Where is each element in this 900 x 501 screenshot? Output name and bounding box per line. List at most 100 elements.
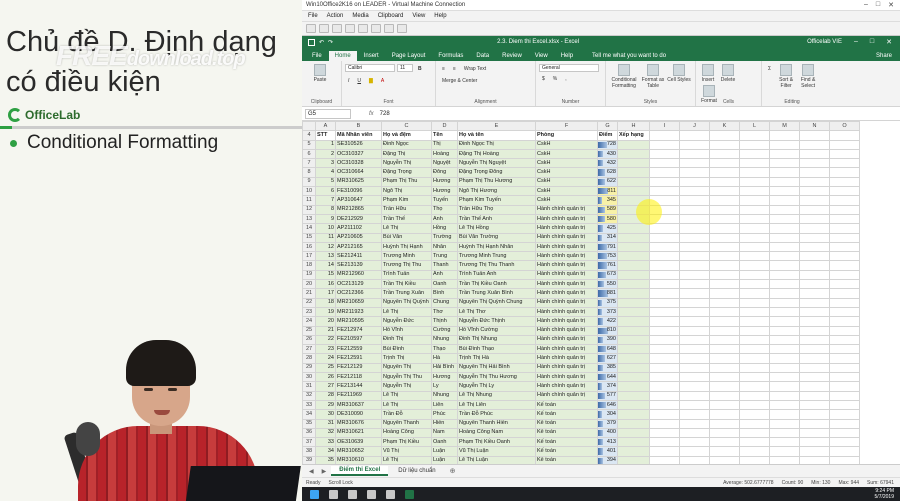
data-cell[interactable]: Hành chính quản trị (535, 306, 598, 318)
rank-cell[interactable] (617, 176, 650, 188)
data-cell[interactable]: Huỳnh Thị Hạnh (381, 241, 432, 253)
data-cell[interactable]: Đặng Trọng Đông (457, 167, 536, 178)
data-cell[interactable]: Bùi Văn (381, 232, 432, 243)
empty-cell[interactable] (679, 186, 710, 197)
rank-cell[interactable] (617, 437, 650, 448)
data-cell[interactable]: Hương (431, 371, 458, 383)
score-cell[interactable]: 589 (597, 204, 618, 215)
rank-cell[interactable] (617, 418, 650, 429)
empty-cell[interactable] (709, 409, 740, 420)
score-cell[interactable]: 413 (597, 437, 618, 448)
empty-cell[interactable] (739, 130, 770, 141)
empty-cell[interactable] (829, 269, 860, 281)
empty-cell[interactable] (739, 399, 770, 411)
data-cell[interactable]: MR310652 (335, 446, 382, 457)
data-cell[interactable]: Hành chính quản trị (535, 260, 598, 271)
empty-cell[interactable] (709, 325, 740, 336)
data-cell[interactable]: FE210597 (335, 334, 382, 346)
score-cell[interactable]: 314 (597, 232, 618, 243)
data-cell[interactable]: OE310639 (335, 437, 382, 448)
vm-tool-button[interactable] (358, 24, 368, 33)
data-cell[interactable]: Trương Minh Trung (457, 251, 536, 262)
empty-cell[interactable] (679, 223, 710, 234)
empty-cell[interactable] (829, 455, 860, 464)
share-button[interactable]: Share (868, 51, 900, 61)
data-cell[interactable]: 24 (315, 353, 336, 364)
empty-cell[interactable] (679, 325, 710, 336)
empty-cell[interactable] (799, 344, 830, 355)
minimize-icon[interactable]: – (854, 38, 858, 46)
empty-cell[interactable] (679, 390, 710, 401)
row-header[interactable]: 30 (302, 371, 316, 383)
empty-cell[interactable] (649, 148, 680, 160)
data-cell[interactable]: Kế toán (535, 427, 598, 439)
edge-icon[interactable] (367, 489, 376, 499)
empty-cell[interactable] (739, 176, 770, 188)
empty-cell[interactable] (769, 195, 800, 206)
empty-cell[interactable] (679, 418, 710, 429)
empty-cell[interactable] (829, 353, 860, 364)
data-cell[interactable]: Nguyễn Thị (381, 158, 432, 169)
rank-cell[interactable] (617, 316, 650, 327)
ribbon-tab[interactable]: Page Layout (386, 51, 432, 61)
empty-cell[interactable] (829, 288, 860, 299)
empty-cell[interactable] (799, 279, 830, 290)
empty-cell[interactable] (829, 139, 860, 150)
rank-cell[interactable] (617, 427, 650, 439)
data-cell[interactable]: 13 (315, 251, 336, 262)
tell-me-search[interactable]: Tell me what you want to do (586, 51, 672, 61)
column-title-cell[interactable]: Tên (431, 130, 458, 141)
empty-cell[interactable] (769, 371, 800, 383)
data-cell[interactable]: Hành chính quản trị (535, 223, 598, 234)
empty-cell[interactable] (769, 381, 800, 392)
empty-cell[interactable] (739, 288, 770, 299)
data-cell[interactable]: 6 (315, 186, 336, 197)
conditional-formatting-button[interactable]: Conditional Formatting (609, 64, 639, 89)
empty-cell[interactable] (799, 213, 830, 225)
score-cell[interactable]: 753 (597, 251, 618, 262)
data-cell[interactable]: Kế toán (535, 409, 598, 420)
empty-cell[interactable] (649, 232, 680, 243)
empty-cell[interactable] (769, 390, 800, 401)
empty-cell[interactable] (679, 148, 710, 160)
empty-cell[interactable] (679, 213, 710, 225)
empty-cell[interactable] (679, 139, 710, 150)
empty-cell[interactable] (769, 362, 800, 374)
empty-cell[interactable] (769, 204, 800, 215)
data-cell[interactable]: Luận (431, 446, 458, 457)
column-header[interactable]: A (315, 121, 336, 132)
empty-cell[interactable] (799, 427, 830, 439)
data-cell[interactable]: MR310610 (335, 455, 382, 464)
empty-cell[interactable] (679, 381, 710, 392)
data-cell[interactable]: Ly (431, 381, 458, 392)
data-cell[interactable]: 8 (315, 204, 336, 215)
data-cell[interactable]: Hành chính quản trị (535, 353, 598, 364)
data-cell[interactable]: Đinh Thị (381, 334, 432, 346)
empty-cell[interactable] (649, 334, 680, 346)
comma-icon[interactable]: , (562, 74, 569, 84)
data-cell[interactable]: Đinh Thị Nhung (457, 334, 536, 346)
insert-cells-button[interactable]: Insert (699, 64, 717, 83)
data-cell[interactable]: Anh (431, 213, 458, 225)
data-cell[interactable]: AP310647 (335, 195, 382, 206)
data-cell[interactable]: 27 (315, 381, 336, 392)
empty-cell[interactable] (649, 371, 680, 383)
column-header[interactable]: K (709, 121, 740, 132)
data-cell[interactable]: 20 (315, 316, 336, 327)
empty-cell[interactable] (709, 344, 740, 355)
empty-cell[interactable] (649, 158, 680, 169)
formula-input[interactable]: 728 (380, 111, 390, 117)
data-cell[interactable]: SE212411 (335, 251, 382, 262)
row-header[interactable]: 19 (302, 269, 316, 281)
maximize-icon[interactable]: □ (870, 38, 874, 46)
score-cell[interactable]: 881 (597, 288, 618, 299)
data-cell[interactable]: Nguyễn Thanh Hiền (457, 418, 536, 429)
cell-table[interactable]: A B C D E F G H I J K L M N O 4 STT Mã Nhân viên Họ và đệm… (302, 121, 860, 464)
score-cell[interactable]: 379 (597, 418, 618, 429)
data-cell[interactable]: OC310328 (335, 158, 382, 169)
align-left-icon[interactable]: ≡ (439, 64, 448, 74)
data-cell[interactable]: Lê Thị (381, 306, 432, 318)
empty-cell[interactable] (739, 316, 770, 327)
empty-cell[interactable] (649, 446, 680, 457)
score-cell[interactable]: 761 (597, 260, 618, 271)
